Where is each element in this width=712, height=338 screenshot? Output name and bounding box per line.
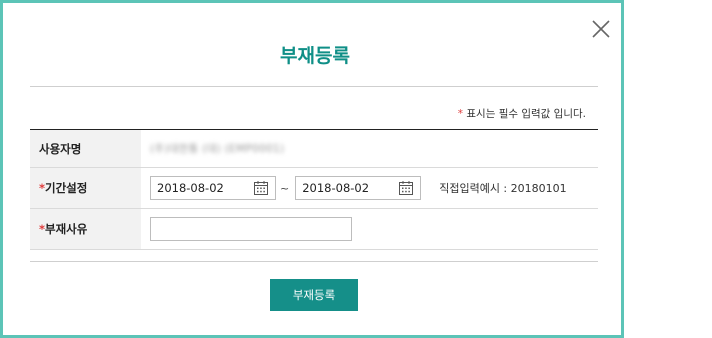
reason-label-cell: * 부재사유	[30, 209, 141, 249]
dialog-title: 부재등록	[280, 45, 350, 67]
user-name-cell: (주)대한통 (대) (EMP0001)	[141, 130, 598, 167]
required-notice-text: 표시는 필수 입력값 입니다.	[463, 108, 586, 120]
form-row-user: 사용자명 (주)대한통 (대) (EMP0001)	[30, 130, 598, 168]
absence-registration-dialog: 부재등록 * 표시는 필수 입력값 입니다. 사용자명 (주)대한통 (대) (…	[0, 0, 624, 338]
title-divider	[30, 86, 598, 87]
form-table: 사용자명 (주)대한통 (대) (EMP0001) * 기간설정 2018-08-…	[30, 129, 598, 250]
start-date-input[interactable]: 2018-08-02	[150, 176, 276, 200]
start-date-value: 2018-08-02	[157, 181, 224, 195]
calendar-icon[interactable]	[253, 180, 269, 196]
period-label: 기간설정	[45, 181, 88, 195]
close-icon[interactable]	[590, 18, 612, 40]
user-name-label: 사용자명	[30, 130, 141, 167]
reason-cell	[141, 209, 598, 249]
form-row-period: * 기간설정 2018-08-02 ~ 2018-08-02 직접입력예시: …	[30, 168, 598, 209]
date-input-example: 직접입력예시 : 20180101	[439, 182, 567, 195]
period-label-cell: * 기간설정	[30, 168, 141, 208]
reason-input[interactable]	[150, 217, 352, 241]
period-cell: 2018-08-02 ~ 2018-08-02 직접입력예시: 2018010…	[141, 168, 598, 208]
end-date-input[interactable]: 2018-08-02	[295, 176, 422, 200]
footer-divider	[30, 261, 598, 262]
end-date-value: 2018-08-02	[302, 181, 370, 195]
form-row-reason: * 부재사유	[30, 209, 598, 250]
required-notice: * 표시는 필수 입력값 입니다.	[458, 106, 586, 121]
reason-label: 부재사유	[45, 222, 88, 236]
user-name-value: (주)대한통 (대) (EMP0001)	[150, 143, 285, 155]
register-absence-button[interactable]: 부재등록	[270, 279, 358, 311]
calendar-icon[interactable]	[398, 180, 414, 196]
date-range-separator: ~	[280, 181, 290, 195]
